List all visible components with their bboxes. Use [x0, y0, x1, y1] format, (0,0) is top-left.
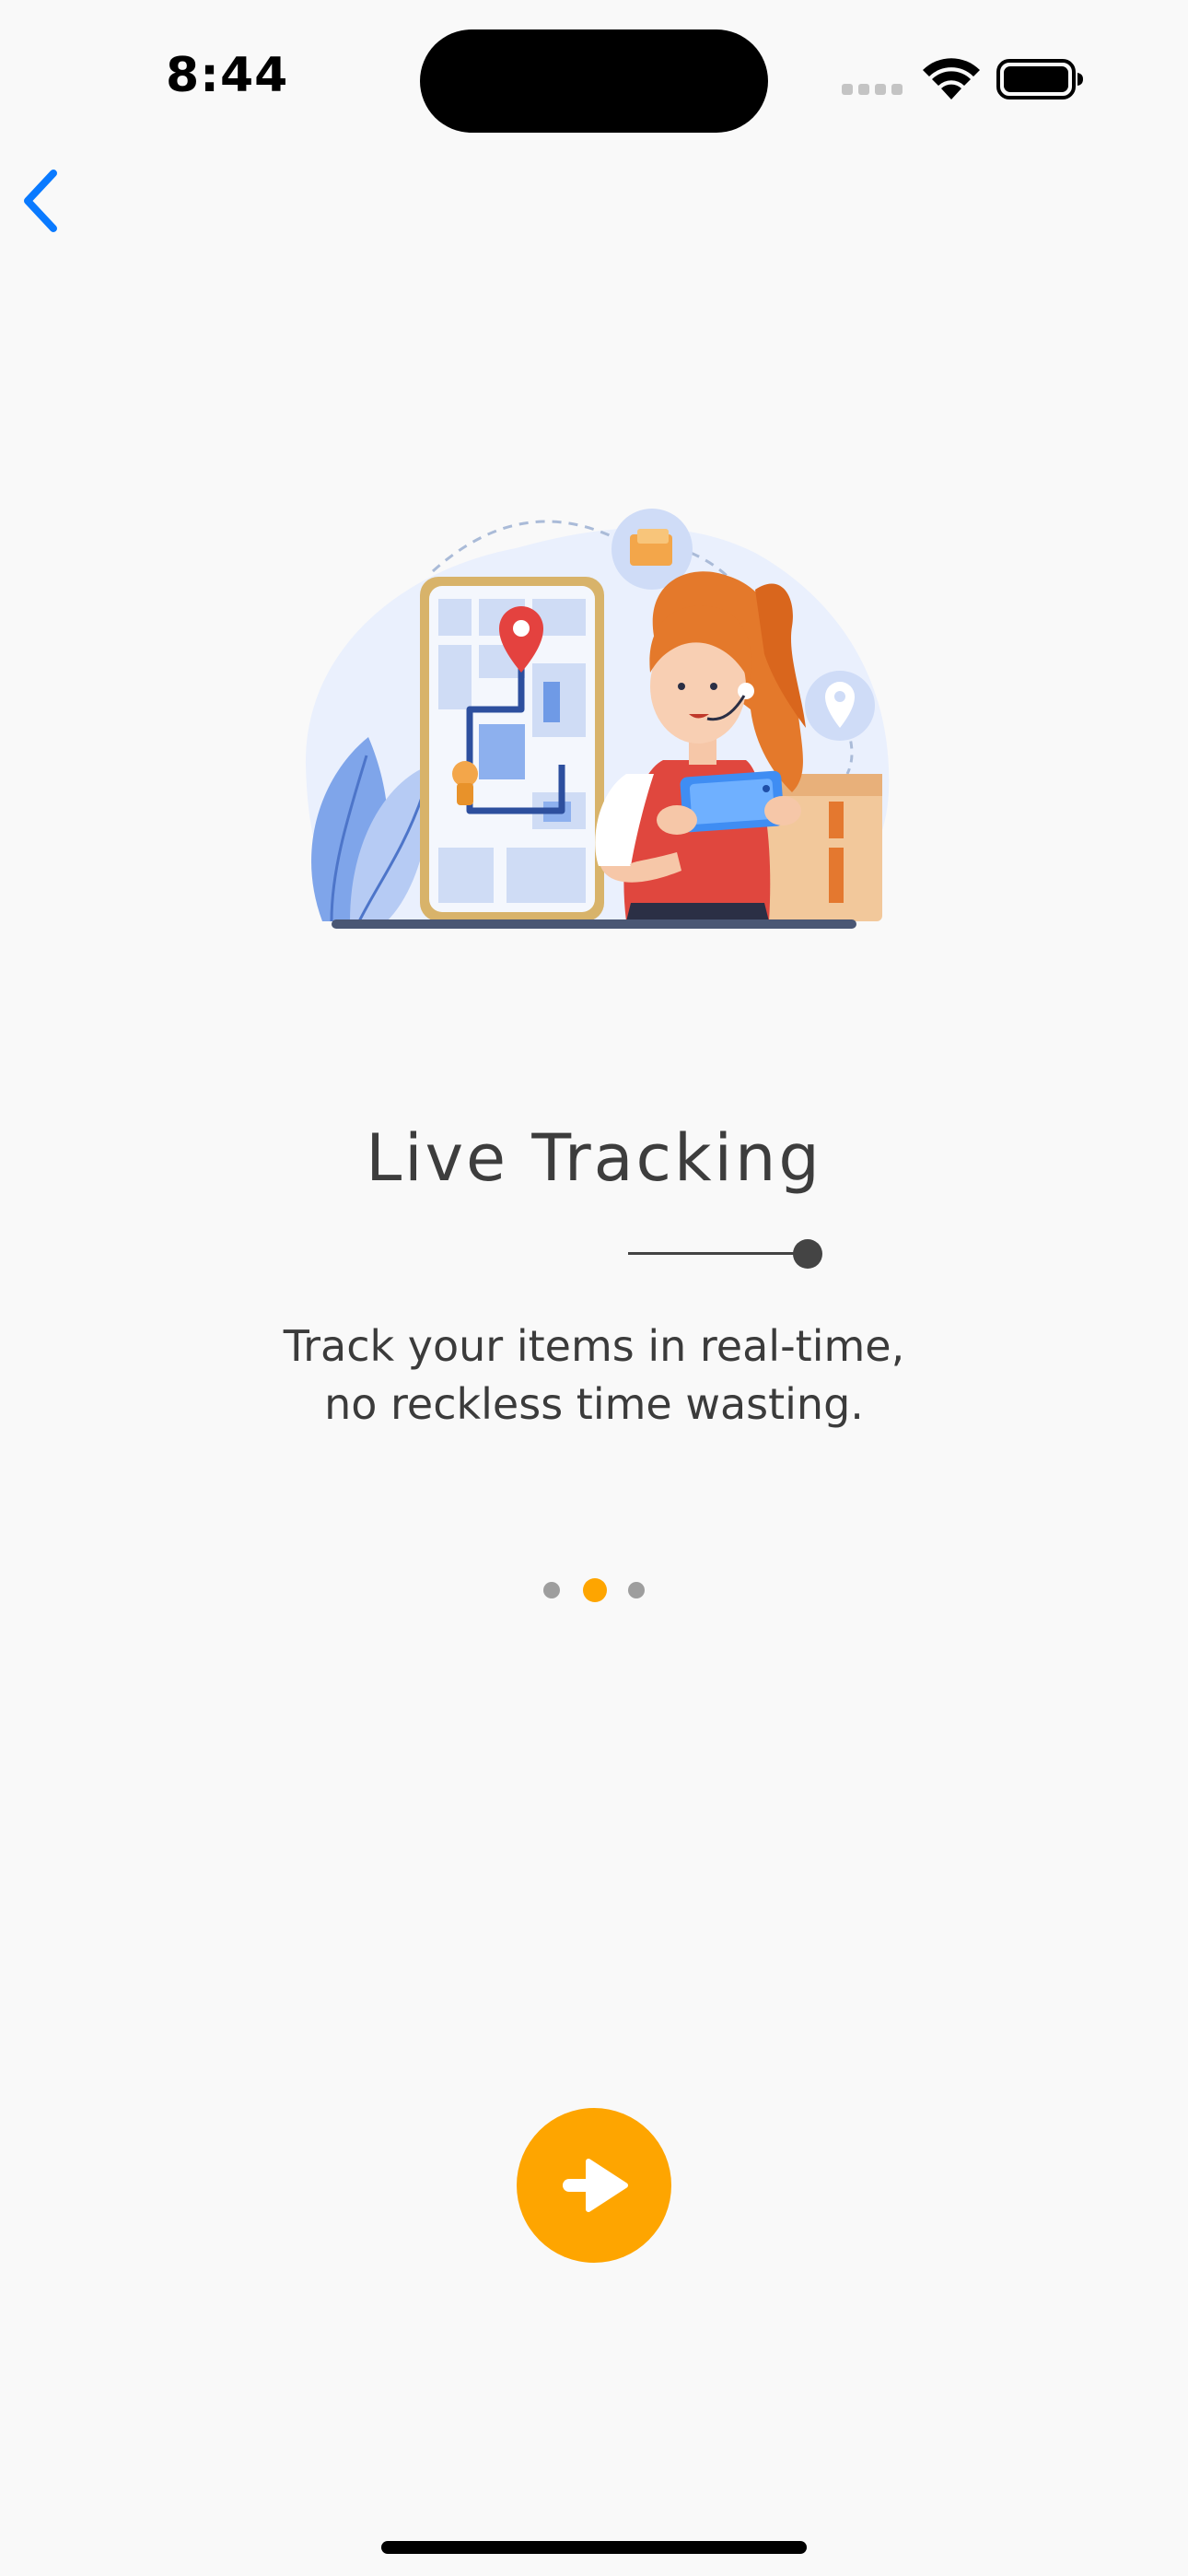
chevron-left-icon: [24, 170, 57, 232]
back-button[interactable]: [13, 164, 72, 238]
dynamic-island: [420, 29, 768, 133]
title-underline: [628, 1252, 809, 1255]
wifi-icon: [923, 58, 980, 100]
delivery-tracking-illustration: [305, 509, 890, 929]
onboarding-description: Track your items in real-time, no reckle…: [283, 1321, 905, 1429]
battery-icon: [996, 59, 1083, 100]
cellular-signal-icon: [842, 84, 904, 95]
page-dot-1[interactable]: [543, 1582, 560, 1598]
onboarding-title: Live Tracking: [366, 1120, 822, 1196]
home-indicator: [381, 2541, 807, 2554]
page-dot-3[interactable]: [628, 1582, 645, 1598]
title-underline-dot: [793, 1239, 822, 1269]
status-time: 8:44: [166, 48, 289, 103]
arrow-right-icon: [563, 2159, 628, 2212]
page-indicator: [540, 1578, 650, 1602]
page-dot-2-active[interactable]: [583, 1578, 607, 1602]
status-bar: 8:44: [0, 0, 1188, 157]
next-button[interactable]: [517, 2108, 671, 2263]
